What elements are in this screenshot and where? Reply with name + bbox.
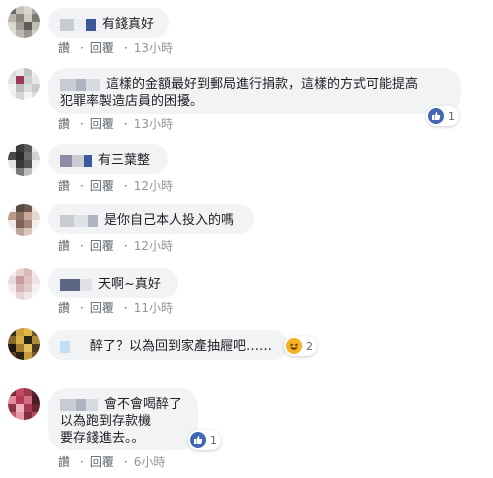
separator: ·: [80, 41, 84, 55]
reply-link[interactable]: 回覆: [90, 301, 114, 315]
separator: ·: [123, 117, 128, 131]
commenter-name[interactable]: [60, 278, 92, 291]
comment-text: 是你自己本人投入的嗎: [104, 213, 235, 228]
timestamp[interactable]: 13小時: [134, 117, 173, 131]
commenter-name[interactable]: [60, 340, 84, 353]
commenter-name[interactable]: [60, 154, 92, 167]
avatar[interactable]: [8, 268, 40, 300]
separator: ·: [123, 41, 128, 55]
commenter-name[interactable]: [60, 214, 98, 227]
comment-text-line: 以為跑到存款機: [60, 414, 152, 429]
avatar[interactable]: [8, 328, 40, 360]
commenter-name[interactable]: [60, 78, 100, 91]
commenter-name[interactable]: [60, 18, 96, 31]
separator: ·: [80, 301, 84, 315]
reply-link[interactable]: 回覆: [90, 117, 114, 131]
comment-actions: 讚 · 回覆 · 12小時: [58, 238, 183, 254]
separator: ·: [123, 301, 128, 315]
timestamp[interactable]: 13小時: [134, 41, 173, 55]
separator: ·: [80, 179, 84, 193]
like-link[interactable]: 讚: [58, 179, 70, 193]
avatar[interactable]: [8, 144, 40, 176]
comment-actions: 讚 · 回覆 · 12小時: [58, 178, 183, 194]
reaction-count-number: 2: [306, 339, 313, 353]
reply-link[interactable]: 回覆: [90, 41, 114, 55]
timestamp[interactable]: 12小時: [134, 179, 173, 193]
reaction-count[interactable]: 1: [426, 106, 459, 126]
comment-text: 天啊~真好: [98, 277, 161, 292]
comment-text-line: 犯罪率製造店員的困擾。: [60, 94, 204, 109]
reaction-count-number: 1: [448, 109, 455, 123]
timestamp[interactable]: 12小時: [134, 239, 173, 253]
comment-bubble: 是你自己本人投入的嗎: [48, 204, 254, 234]
reply-link[interactable]: 回覆: [90, 455, 114, 469]
reaction-count-number: 1: [210, 433, 217, 447]
like-link[interactable]: 讚: [58, 301, 70, 315]
comment-bubble: 這樣的金額最好到郵局進行捐款，這樣的方式可能提高 犯罪率製造店員的困擾。: [48, 68, 461, 114]
comment-actions: 讚 · 回覆 · 11小時: [58, 300, 183, 316]
comment-bubble: 會不會喝醉了 以為跑到存款機 要存錢進去。。: [48, 388, 198, 450]
comment-text-line: 這樣的金額最好到郵局進行捐款，這樣的方式可能提高: [106, 77, 419, 92]
reaction-count[interactable]: 2: [284, 336, 317, 356]
separator: ·: [80, 117, 84, 131]
comment-bubble: 醉了？以為回到家產抽屜吧……: [48, 330, 288, 360]
timestamp[interactable]: 6小時: [134, 455, 166, 469]
separator: ·: [80, 455, 84, 469]
reaction-count[interactable]: 1: [188, 430, 221, 450]
separator: ·: [123, 179, 128, 193]
separator: ·: [80, 239, 84, 253]
like-link[interactable]: 讚: [58, 41, 70, 55]
reply-link[interactable]: 回覆: [90, 179, 114, 193]
comment-bubble: 有錢真好: [48, 8, 169, 38]
reply-link[interactable]: 回覆: [90, 239, 114, 253]
like-icon: [428, 108, 444, 124]
comment-text-line: 會不會喝醉了: [104, 397, 183, 412]
like-link[interactable]: 讚: [58, 239, 70, 253]
comment-text: 有錢真好: [102, 17, 155, 32]
like-icon: [190, 432, 206, 448]
haha-icon: [286, 338, 302, 354]
like-link[interactable]: 讚: [58, 117, 70, 131]
avatar[interactable]: [8, 388, 40, 420]
avatar[interactable]: [8, 204, 40, 236]
like-link[interactable]: 讚: [58, 455, 70, 469]
avatar[interactable]: [8, 6, 40, 38]
comment-actions: 讚 · 回覆 · 6小時: [58, 454, 175, 470]
comment-bubble: 有三葉整: [48, 144, 168, 174]
timestamp[interactable]: 11小時: [134, 301, 173, 315]
avatar[interactable]: [8, 68, 40, 100]
comment-text: 有三葉整: [98, 153, 151, 168]
separator: ·: [123, 455, 128, 469]
comment-actions: 讚 · 回覆 · 13小時: [58, 40, 183, 56]
comment-text: 醉了？以為回到家產抽屜吧……: [90, 339, 273, 354]
comment-actions: 讚 · 回覆 · 13小時: [58, 116, 183, 132]
comment-bubble: 天啊~真好: [48, 268, 178, 298]
separator: ·: [123, 239, 128, 253]
comment-text-line: 要存錢進去。。: [60, 431, 145, 446]
commenter-name[interactable]: [60, 398, 98, 411]
